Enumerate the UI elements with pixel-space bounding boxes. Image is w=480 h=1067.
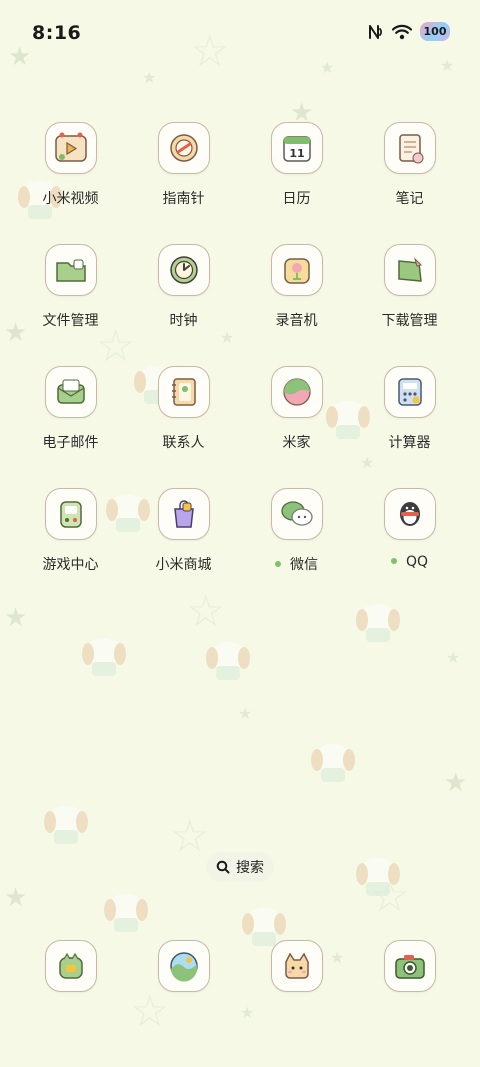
search-button[interactable]: 搜索 bbox=[206, 852, 274, 882]
nfc-icon bbox=[369, 24, 383, 39]
star-icon: ★ bbox=[142, 68, 157, 87]
compass-icon bbox=[157, 122, 210, 174]
mijia-icon bbox=[270, 366, 323, 418]
app-wechat[interactable]: 微信 bbox=[240, 488, 353, 574]
dock-app-phone[interactable] bbox=[14, 940, 127, 992]
star-icon: ★ bbox=[360, 453, 375, 472]
app-label-text: 微信 bbox=[290, 557, 318, 573]
folder-icon bbox=[44, 244, 97, 296]
app-contacts[interactable]: 联系人 bbox=[127, 366, 240, 452]
app-label: 指南针 bbox=[162, 191, 205, 207]
app-mi-video[interactable]: 小米视频 bbox=[14, 122, 127, 208]
app-label: 小米商城 bbox=[155, 557, 212, 573]
app-notes[interactable]: 笔记 bbox=[353, 122, 466, 208]
calendar-date: 11 bbox=[289, 147, 304, 160]
wifi-icon bbox=[392, 24, 412, 39]
clock-icon bbox=[157, 244, 210, 296]
app-label: 电子邮件 bbox=[42, 435, 99, 451]
app-label: 联系人 bbox=[162, 435, 205, 451]
app-label: 游戏中心 bbox=[42, 557, 99, 573]
app-label: 录音机 bbox=[275, 313, 318, 329]
clock-time: 8:16 bbox=[32, 22, 82, 44]
dock-app-camera[interactable] bbox=[353, 940, 466, 992]
puppy-sticker bbox=[356, 858, 400, 896]
dock-app-messages[interactable] bbox=[240, 940, 353, 992]
puppy-sticker bbox=[82, 638, 126, 676]
qq-penguin-icon bbox=[383, 488, 436, 540]
app-file-manager[interactable]: 文件管理 bbox=[14, 244, 127, 330]
calculator-icon bbox=[383, 366, 436, 418]
dock-app-gallery[interactable] bbox=[127, 940, 240, 992]
app-compass[interactable]: 指南针 bbox=[127, 122, 240, 208]
notes-icon bbox=[383, 122, 436, 174]
messages-icon bbox=[270, 940, 323, 992]
app-label: 下载管理 bbox=[381, 313, 438, 329]
contacts-icon bbox=[157, 366, 210, 418]
download-icon bbox=[383, 244, 436, 296]
puppy-sticker bbox=[356, 604, 400, 642]
app-recorder[interactable]: 录音机 bbox=[240, 244, 353, 330]
shopping-bag-icon bbox=[157, 488, 210, 540]
app-qq[interactable]: QQ bbox=[353, 488, 466, 570]
camera-icon bbox=[383, 940, 436, 992]
app-calendar[interactable]: 11 日历 bbox=[240, 122, 353, 208]
app-label: 计算器 bbox=[388, 435, 431, 451]
app-email[interactable]: 电子邮件 bbox=[14, 366, 127, 452]
status-bar: 8:16 100 bbox=[0, 0, 480, 68]
app-mijia[interactable]: 米家 bbox=[240, 366, 353, 452]
wechat-icon bbox=[270, 488, 323, 540]
phone-icon bbox=[44, 940, 97, 992]
new-indicator-dot bbox=[390, 558, 397, 564]
puppy-sticker bbox=[104, 894, 148, 932]
app-calculator[interactable]: 计算器 bbox=[353, 366, 466, 452]
puppy-sticker bbox=[206, 642, 250, 680]
mail-icon bbox=[44, 366, 97, 418]
app-label: 文件管理 bbox=[42, 313, 99, 329]
app-label: QQ bbox=[353, 554, 466, 570]
star-icon: ☆ bbox=[170, 811, 210, 862]
search-label: 搜索 bbox=[236, 860, 264, 876]
app-downloads[interactable]: 下载管理 bbox=[353, 244, 466, 330]
status-icons: 100 bbox=[366, 22, 450, 41]
video-icon bbox=[44, 122, 97, 174]
star-icon: ★ bbox=[444, 768, 468, 798]
calendar-icon: 11 bbox=[270, 122, 323, 174]
star-icon: ★ bbox=[4, 883, 28, 913]
star-icon: ★ bbox=[240, 1003, 255, 1022]
puppy-sticker bbox=[44, 806, 88, 844]
star-icon: ★ bbox=[238, 704, 253, 723]
app-label: 日历 bbox=[282, 191, 311, 207]
app-label: 小米视频 bbox=[42, 191, 99, 207]
star-icon: ★ bbox=[446, 648, 461, 667]
puppy-sticker bbox=[311, 744, 355, 782]
new-indicator-dot bbox=[275, 561, 281, 567]
app-clock[interactable]: 时钟 bbox=[127, 244, 240, 330]
app-mi-store[interactable]: 小米商城 bbox=[127, 488, 240, 574]
battery-icon: 100 bbox=[420, 22, 450, 41]
game-center-icon bbox=[44, 488, 97, 540]
star-icon: ★ bbox=[220, 328, 235, 347]
app-label-text: QQ bbox=[405, 554, 429, 570]
search-icon bbox=[216, 860, 230, 874]
app-game-center[interactable]: 游戏中心 bbox=[14, 488, 127, 574]
app-label: 米家 bbox=[282, 435, 311, 451]
app-label: 时钟 bbox=[169, 313, 198, 329]
star-icon: ★ bbox=[4, 603, 28, 633]
app-label: 笔记 bbox=[395, 191, 424, 207]
recorder-icon bbox=[270, 244, 323, 296]
star-icon: ☆ bbox=[186, 586, 226, 637]
battery-level: 100 bbox=[423, 25, 447, 38]
gallery-icon bbox=[157, 940, 210, 992]
star-icon: ☆ bbox=[130, 986, 170, 1037]
app-label: 微信 bbox=[240, 554, 353, 574]
